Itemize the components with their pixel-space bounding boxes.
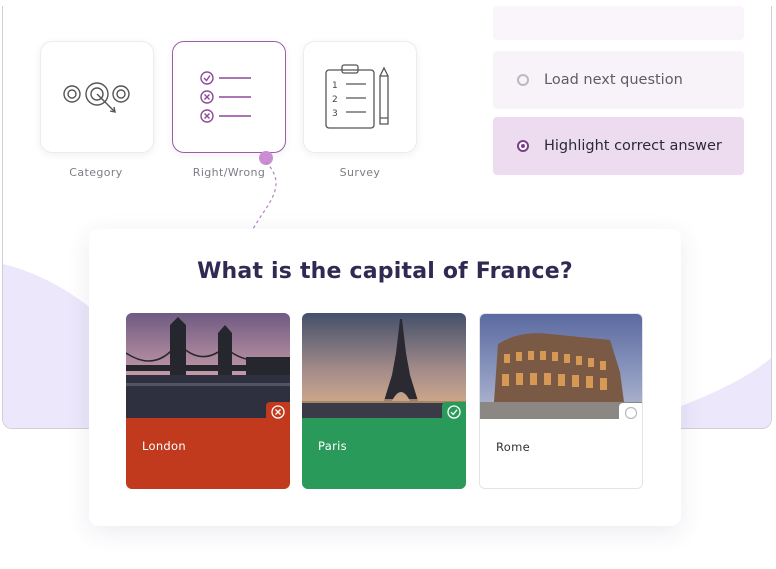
type-label-category: Category (69, 166, 123, 179)
answer-city-label: Rome (496, 440, 530, 454)
svg-text:2: 2 (332, 95, 338, 105)
type-label-survey: Survey (339, 166, 381, 179)
answer-paris[interactable]: Paris (302, 313, 466, 489)
type-card-right-wrong[interactable] (172, 41, 286, 153)
svg-text:1: 1 (332, 81, 338, 91)
cross-circle-icon (271, 405, 285, 419)
answer-rome[interactable]: Rome (479, 313, 643, 489)
target-circles-icon (63, 82, 130, 113)
type-card-category[interactable] (40, 41, 154, 153)
option-highlight-correct-answer[interactable]: Highlight correct answer (493, 117, 744, 175)
radio-unselected-icon[interactable] (517, 74, 529, 86)
answer-city-label: Paris (318, 439, 347, 453)
option-load-next-question[interactable]: Load next question (493, 51, 744, 109)
radio-selected-icon[interactable] (517, 140, 529, 152)
answer-city-label: London (142, 439, 186, 453)
quiz-card: What is the capital of France? London Pa… (89, 229, 681, 526)
neutral-answer-badge (619, 403, 642, 423)
answer-label-area (480, 419, 642, 488)
london-photo (126, 313, 290, 418)
option-panel-top (493, 6, 744, 40)
rome-photo (480, 314, 642, 419)
clipboard-pencil-icon: 1 2 3 (325, 64, 389, 129)
empty-circle-icon (624, 406, 638, 420)
check-circle-icon (447, 405, 461, 419)
type-card-survey[interactable]: 1 2 3 (303, 41, 417, 153)
answer-london[interactable]: London (126, 313, 290, 489)
option-label: Highlight correct answer (544, 138, 722, 154)
question-title: What is the capital of France? (197, 259, 573, 284)
checklist-icon (200, 71, 251, 123)
wrong-answer-badge (266, 402, 290, 422)
svg-text:3: 3 (332, 109, 338, 119)
answer-label-area (126, 418, 290, 489)
correct-answer-badge (442, 402, 466, 422)
answer-label-area (302, 418, 466, 489)
paris-photo (302, 313, 466, 418)
option-label: Load next question (544, 72, 683, 88)
